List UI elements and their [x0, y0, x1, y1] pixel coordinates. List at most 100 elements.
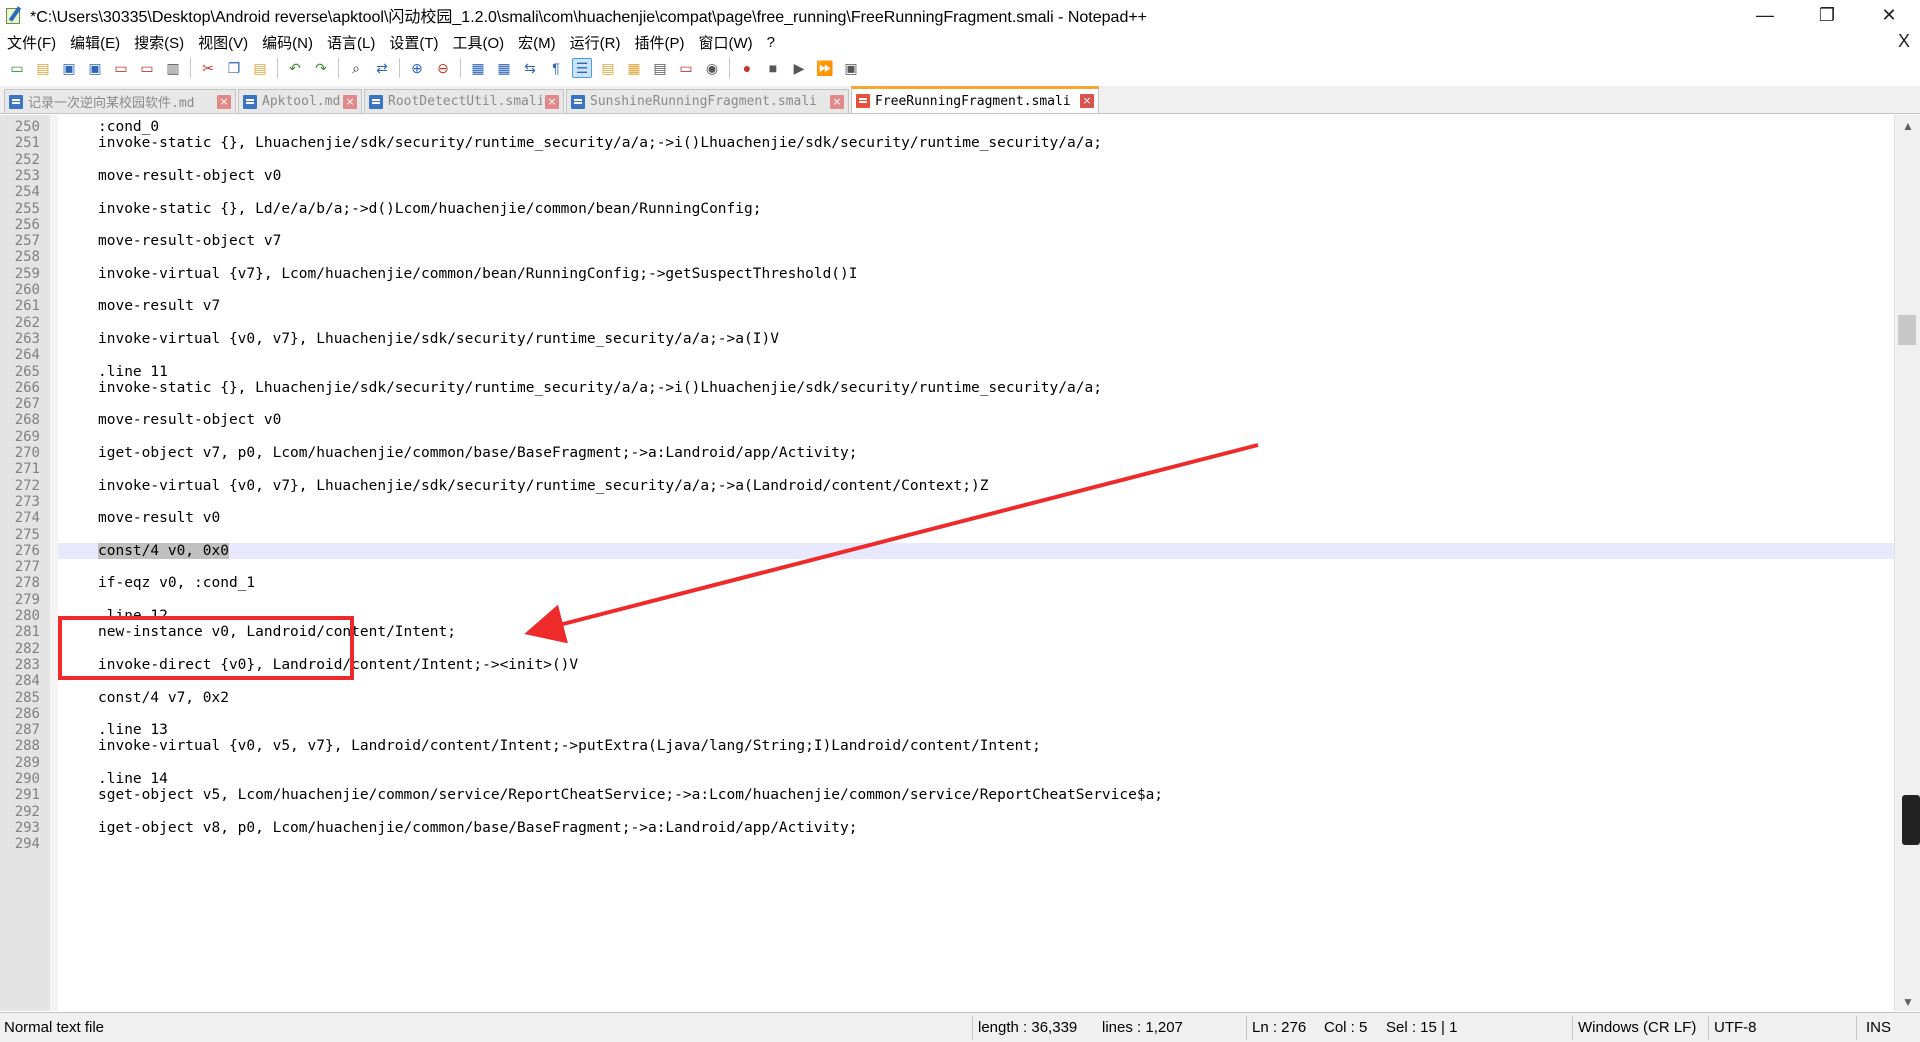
- code-line[interactable]: 251 invoke-static {}, Lhuachenjie/sdk/sec…: [15, 135, 1895, 151]
- code-line[interactable]: 291 sget-object v5, Lcom/huachenjie/commo…: [15, 787, 1895, 803]
- record-macro-icon[interactable]: ●: [737, 58, 757, 78]
- run-macro-multiple-icon[interactable]: ⏩: [815, 58, 835, 78]
- code-line[interactable]: 257 move-result-object v7: [15, 233, 1895, 249]
- menu-item-3[interactable]: 视图(V): [191, 32, 255, 53]
- code-line[interactable]: 292: [15, 804, 1895, 820]
- menu-item-4[interactable]: 编码(N): [255, 32, 320, 53]
- code-line[interactable]: 270 iget-object v7, p0, Lcom/huachenjie/c…: [15, 445, 1895, 461]
- doc-map-icon[interactable]: ▦: [624, 58, 644, 78]
- menu-item-6[interactable]: 设置(T): [382, 32, 445, 53]
- find-icon[interactable]: ⌕: [346, 58, 366, 78]
- code-line[interactable]: 269: [15, 429, 1895, 445]
- tab-1[interactable]: Apktool.md ×: [238, 89, 362, 113]
- show-all-chars-icon[interactable]: ¶: [546, 58, 566, 78]
- menu-item-9[interactable]: 运行(R): [563, 32, 628, 53]
- tab-close-icon[interactable]: ×: [343, 94, 357, 109]
- tab-0[interactable]: 记录一次逆向某校园软件.md ×: [4, 89, 236, 113]
- code-line[interactable]: 258: [15, 249, 1895, 265]
- indent-guide-icon[interactable]: ☰: [572, 58, 592, 78]
- code-line[interactable]: 290 .line 14: [15, 771, 1895, 787]
- code-line[interactable]: 273: [15, 494, 1895, 510]
- code-line[interactable]: 264: [15, 347, 1895, 363]
- code-line[interactable]: 277: [15, 559, 1895, 575]
- code-line[interactable]: 275: [15, 527, 1895, 543]
- menu-item-5[interactable]: 语言(L): [320, 32, 382, 53]
- function-list-icon[interactable]: ▤: [650, 58, 670, 78]
- code-line[interactable]: 287 .line 13: [15, 722, 1895, 738]
- code-line[interactable]: 286: [15, 706, 1895, 722]
- code-line[interactable]: 272 invoke-virtual {v0, v7}, Lhuachenjie/…: [15, 478, 1895, 494]
- menu-item-1[interactable]: 编辑(E): [63, 32, 127, 53]
- playback-macro-icon[interactable]: ▶: [789, 58, 809, 78]
- close-file-icon[interactable]: ▭: [111, 58, 131, 78]
- open-file-icon[interactable]: ▤: [33, 58, 53, 78]
- restore-button[interactable]: ❐: [1796, 0, 1858, 30]
- save-all-icon[interactable]: ▣: [85, 58, 105, 78]
- code-line[interactable]: 271: [15, 461, 1895, 477]
- minimize-button[interactable]: —: [1734, 0, 1796, 30]
- side-panel-handle[interactable]: [1902, 795, 1920, 845]
- code-line[interactable]: 255 invoke-static {}, Ld/e/a/b/a;->d()Lco…: [15, 201, 1895, 217]
- code-line[interactable]: 254: [15, 184, 1895, 200]
- menu-item-2[interactable]: 搜索(S): [127, 32, 191, 53]
- scrollbar-thumb[interactable]: [1898, 315, 1916, 345]
- code-line[interactable]: 266 invoke-static {}, Lhuachenjie/sdk/sec…: [15, 380, 1895, 396]
- zoom-in-icon[interactable]: ⊕: [407, 58, 427, 78]
- word-wrap-icon[interactable]: ⇆: [520, 58, 540, 78]
- code-line[interactable]: 256: [15, 217, 1895, 233]
- print-icon[interactable]: ▥: [163, 58, 183, 78]
- menu-item-11[interactable]: 窗口(W): [691, 32, 759, 53]
- menu-item-7[interactable]: 工具(O): [445, 32, 511, 53]
- menu-item-8[interactable]: 宏(M): [511, 32, 563, 53]
- code-line[interactable]: 276 const/4 v0, 0x0: [15, 542, 1895, 560]
- monitoring-icon[interactable]: ◉: [702, 58, 722, 78]
- code-line[interactable]: 252: [15, 152, 1895, 168]
- menu-item-0[interactable]: 文件(F): [0, 32, 63, 53]
- tab-close-icon[interactable]: ×: [545, 94, 559, 109]
- redo-icon[interactable]: ↷: [311, 58, 331, 78]
- menu-item-10[interactable]: 插件(P): [627, 32, 691, 53]
- code-line[interactable]: 289: [15, 755, 1895, 771]
- sync-horizontal-icon[interactable]: ▦: [494, 58, 514, 78]
- editor-area[interactable]: 250:cond_0 251 invoke-static {}, Lhuachenj…: [0, 115, 1920, 1011]
- code-line[interactable]: 288 invoke-virtual {v0, v5, v7}, Landroid…: [15, 738, 1895, 754]
- code-line[interactable]: 294: [15, 836, 1895, 852]
- tab-2[interactable]: RootDetectUtil.smali ×: [364, 89, 564, 113]
- tab-close-icon[interactable]: ×: [217, 94, 231, 109]
- tab-4[interactable]: FreeRunningFragment.smali ×: [851, 86, 1099, 113]
- code-line[interactable]: 279: [15, 592, 1895, 608]
- code-line[interactable]: 267: [15, 396, 1895, 412]
- scroll-down-icon[interactable]: ▼: [1902, 995, 1914, 1009]
- code-line[interactable]: 268 move-result-object v0: [15, 412, 1895, 428]
- code-line[interactable]: 285 const/4 v7, 0x2: [15, 690, 1895, 706]
- paste-icon[interactable]: ▤: [250, 58, 270, 78]
- code-line[interactable]: 261 move-result v7: [15, 298, 1895, 314]
- code-line[interactable]: 262: [15, 315, 1895, 331]
- udl-icon[interactable]: ▤: [598, 58, 618, 78]
- close-button[interactable]: ✕: [1858, 0, 1920, 30]
- tab-3[interactable]: SunshineRunningFragment.smali ×: [566, 89, 849, 113]
- code-view[interactable]: 250:cond_0 251 invoke-static {}, Lhuachenj…: [15, 115, 1895, 1011]
- folder-workspace-icon[interactable]: ▭: [676, 58, 696, 78]
- undo-icon[interactable]: ↶: [285, 58, 305, 78]
- code-line[interactable]: 260: [15, 282, 1895, 298]
- zoom-out-icon[interactable]: ⊖: [433, 58, 453, 78]
- copy-icon[interactable]: ❐: [224, 58, 244, 78]
- tab-close-icon[interactable]: ×: [1080, 94, 1094, 108]
- code-line[interactable]: 278 if-eqz v0, :cond_1: [15, 575, 1895, 591]
- save-icon[interactable]: ▣: [59, 58, 79, 78]
- close-document-button[interactable]: X: [1898, 31, 1910, 52]
- scroll-up-icon[interactable]: ▲: [1902, 119, 1914, 133]
- code-line[interactable]: 263 invoke-virtual {v0, v7}, Lhuachenjie/…: [15, 331, 1895, 347]
- code-line[interactable]: 265 .line 11: [15, 364, 1895, 380]
- replace-icon[interactable]: ⇄: [372, 58, 392, 78]
- cut-icon[interactable]: ✂: [198, 58, 218, 78]
- code-line[interactable]: 253 move-result-object v0: [15, 168, 1895, 184]
- code-line[interactable]: 259 invoke-virtual {v7}, Lcom/huachenjie/…: [15, 266, 1895, 282]
- stop-record-icon[interactable]: ■: [763, 58, 783, 78]
- sync-vertical-icon[interactable]: ▦: [468, 58, 488, 78]
- vertical-scrollbar[interactable]: ▲ ▼: [1894, 115, 1920, 1011]
- menu-item-12[interactable]: ?: [760, 34, 782, 51]
- save-macro-icon[interactable]: ▣: [841, 58, 861, 78]
- code-line[interactable]: 250:cond_0: [15, 119, 1895, 135]
